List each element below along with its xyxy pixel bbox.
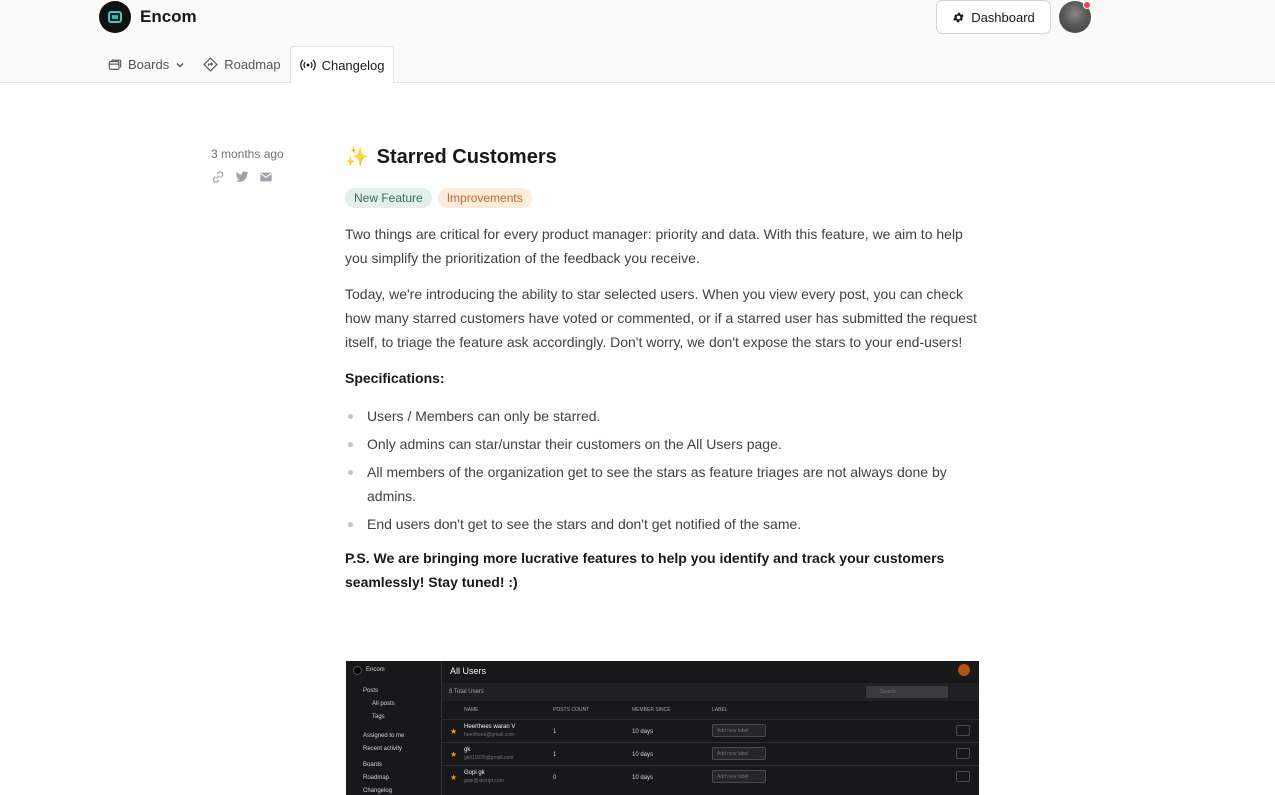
screenshot-search: Search — [866, 686, 948, 698]
star-icon: ★ — [450, 773, 458, 782]
nav-tabs: Boards Roadmap Changelog — [99, 46, 395, 84]
screenshot-label-text: Add new label — [717, 728, 749, 734]
tab-changelog-label: Changelog — [321, 57, 385, 73]
screenshot-col-header: MEMBER SINCE — [632, 707, 671, 713]
tab-roadmap[interactable]: Roadmap — [194, 46, 289, 83]
tab-changelog[interactable]: Changelog — [289, 46, 395, 84]
screenshot-more-icon — [956, 748, 970, 759]
screenshot-user-name: gk — [464, 747, 471, 753]
boards-icon — [108, 59, 122, 70]
link-icon[interactable] — [211, 170, 225, 184]
screenshot-total: 8 Total Users — [449, 689, 484, 695]
star-icon: ★ — [450, 727, 458, 736]
screenshot-nav-item: Tags — [372, 714, 385, 720]
screenshot-user-email: gopi@skcript.com — [464, 778, 504, 784]
brand-name: Encom — [140, 7, 197, 26]
screenshot-nav-item: Posts — [363, 688, 379, 694]
screenshot-label-select: Add new label — [712, 747, 766, 760]
dashboard-label: Dashboard — [971, 9, 1035, 25]
list-item: End users don't get to see the stars and… — [345, 512, 979, 536]
screenshot-nav-item: Assigned to me — [363, 733, 405, 739]
table-row: ★ gk gk011535@gmail.com 1 10 days Add ne… — [442, 742, 979, 765]
tab-boards-label: Boards — [128, 57, 170, 72]
screenshot-brand: Encom — [366, 667, 385, 673]
screenshot-user-name: Gopi gk — [464, 770, 485, 776]
screenshot-posts-count: 0 — [553, 775, 557, 781]
post-date: 3 months ago — [211, 147, 284, 161]
sparkles-icon: ✨ — [345, 147, 369, 168]
screenshot-main: All Users 8 Total Users Search NAME POST… — [442, 661, 979, 795]
tag-improvements[interactable]: Improvements — [437, 188, 532, 208]
list-item: Users / Members can only be starred. — [345, 404, 979, 428]
broadcast-icon — [299, 59, 316, 71]
screenshot-nav-item: All posts — [372, 701, 395, 707]
list-item: Only admins can star/unstar their custom… — [345, 432, 979, 456]
screenshot-avatar — [958, 664, 970, 676]
ps-note: P.S. We are bringing more lucrative feat… — [345, 550, 945, 590]
screenshot-search-placeholder: Search — [880, 689, 896, 695]
screenshot-label-text: Add new label — [717, 751, 749, 757]
table-row: ★ Gopi gk gopi@skcript.com 0 10 days Add… — [442, 765, 979, 788]
specs-list: Users / Members can only be starred. Onl… — [345, 404, 979, 536]
changelog-post: ✨ Starred Customers New Feature Improvem… — [345, 142, 979, 594]
screenshot-logo-icon — [353, 666, 362, 675]
post-title: Starred Customers — [376, 145, 557, 168]
screenshot-col-header: NAME — [464, 707, 479, 713]
screenshot-member-since: 10 days — [632, 775, 654, 781]
brand[interactable]: Encom — [99, 1, 197, 33]
screenshot-user-email: gk011535@gmail.com — [464, 755, 514, 761]
screenshot-label-text: Add new label — [717, 774, 749, 780]
gear-icon — [953, 12, 964, 22]
dashboard-button[interactable]: Dashboard — [936, 0, 1051, 34]
screenshot-posts-count: 1 — [553, 752, 557, 758]
post-title-row: ✨ Starred Customers — [345, 142, 979, 172]
screenshot-member-since: 10 days — [632, 752, 654, 758]
screenshot-member-since: 10 days — [632, 729, 654, 735]
screenshot-user-name: Heerthees waran V — [464, 724, 516, 730]
specs-heading: Specifications: — [345, 370, 445, 386]
top-bar: Encom Dashboard Boards Roadmap Changelog — [0, 0, 1275, 84]
screenshot-more-icon — [956, 725, 970, 736]
tab-roadmap-label: Roadmap — [224, 57, 281, 72]
table-row: ★ Heerthees waran V heerthees@gmail.com … — [442, 719, 979, 742]
screenshot-sidebar: Encom Posts All posts Tags Assigned to m… — [346, 661, 442, 795]
brand-logo-icon — [99, 1, 131, 33]
star-icon: ★ — [450, 750, 458, 759]
screenshot-user-email: heerthees@gmail.com — [464, 732, 515, 738]
twitter-icon[interactable] — [235, 170, 249, 184]
screenshot-label-select: Add new label — [712, 724, 766, 737]
screenshot-nav-item: Boards — [363, 762, 383, 768]
screenshot-more-icon — [956, 771, 970, 782]
list-item: All members of the organization get to s… — [345, 460, 979, 508]
post-paragraph: Two things are critical for every produc… — [345, 226, 963, 266]
roadmap-icon — [203, 57, 218, 72]
share-links — [211, 170, 284, 184]
screenshot-col-header: POSTS COUNT — [553, 707, 590, 713]
chevron-down-icon — [176, 62, 184, 67]
screenshot-nav-item: Changelog — [363, 788, 393, 794]
screenshot-label-select: Add new label — [712, 770, 766, 783]
post-paragraph: Today, we're introducing the ability to … — [345, 286, 977, 350]
feature-screenshot: Encom Posts All posts Tags Assigned to m… — [346, 661, 979, 795]
post-tags: New Feature Improvements — [345, 188, 979, 208]
screenshot-posts-count: 1 — [553, 729, 557, 735]
screenshot-nav-item: Roadmap — [363, 775, 390, 781]
screenshot-col-header: LABEL — [712, 707, 728, 713]
tab-boards[interactable]: Boards — [99, 46, 194, 83]
tag-new-feature[interactable]: New Feature — [345, 188, 432, 208]
post-meta: 3 months ago — [211, 147, 284, 184]
mail-icon[interactable] — [259, 170, 273, 184]
screenshot-title: All Users — [450, 666, 487, 676]
notification-dot — [1083, 1, 1091, 9]
screenshot-nav-item: Recent activity — [363, 746, 403, 752]
